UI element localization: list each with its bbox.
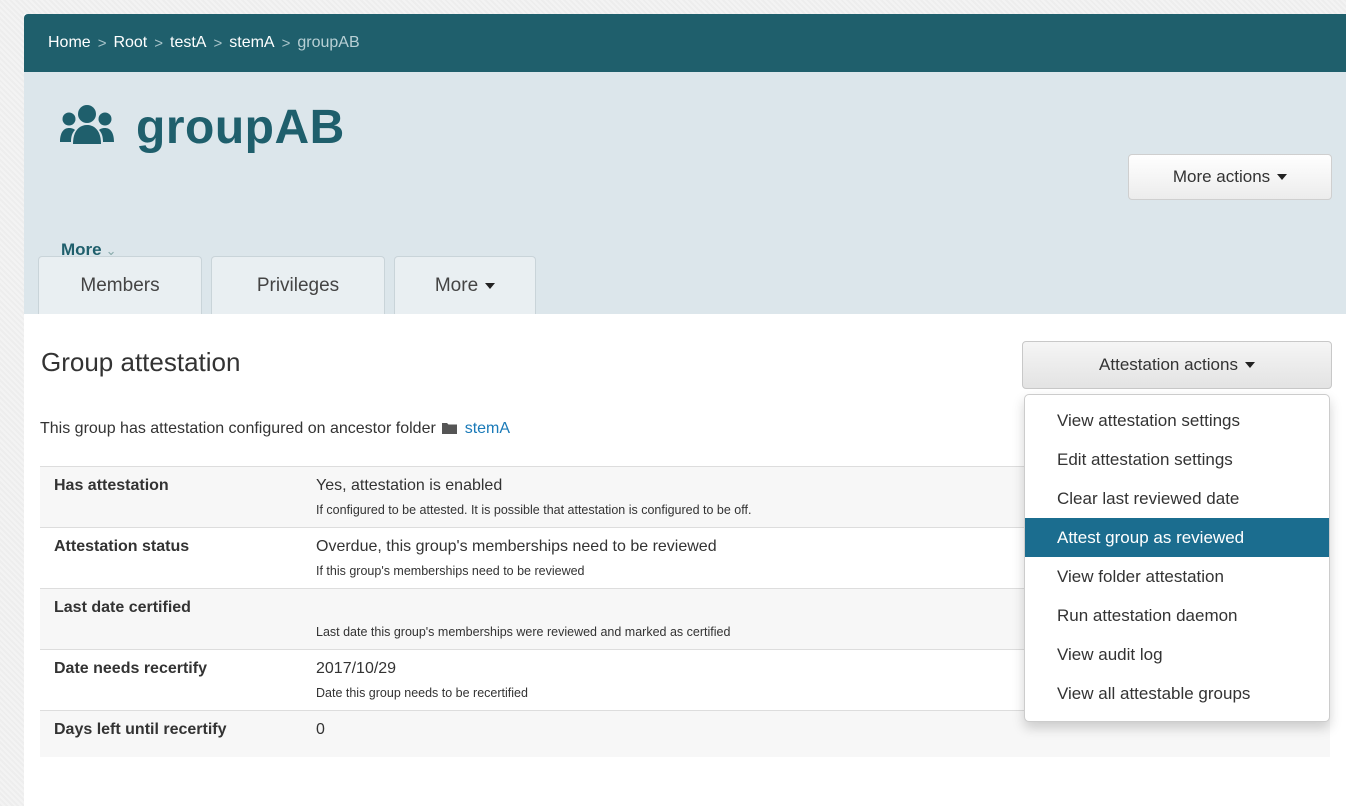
tab-bar: Members Privileges More [38, 256, 545, 314]
caret-down-icon [1277, 174, 1288, 180]
section-title: Group attestation [41, 347, 241, 377]
folder-link-stema[interactable]: stemA [465, 420, 510, 437]
menu-item-clear-last-reviewed-date[interactable]: Clear last reviewed date [1025, 479, 1329, 518]
tab-privileges-label: Privileges [256, 274, 340, 296]
description-text: This group has attestation configured on… [40, 420, 436, 437]
tab-more-label: More [434, 274, 479, 296]
folder-icon [442, 423, 458, 434]
breadcrumb-home[interactable]: Home [48, 34, 91, 52]
attestation-description: This group has attestation configured on… [40, 420, 510, 438]
menu-item-run-attestation-daemon[interactable]: Run attestation daemon [1025, 596, 1329, 635]
more-actions-button[interactable]: More actions [1128, 154, 1332, 200]
caret-down-icon [485, 282, 496, 289]
tab-privileges[interactable]: Privileges [211, 256, 385, 314]
menu-item-view-all-attestable-groups[interactable]: View all attestable groups [1025, 674, 1329, 713]
users-icon [60, 104, 114, 144]
attestation-actions-menu: View attestation settings Edit attestati… [1024, 394, 1330, 722]
tab-members-label: Members [80, 274, 160, 296]
row-label: Days left until recertify [40, 710, 302, 757]
page-title: groupAB [60, 100, 345, 155]
breadcrumb-separator: > [281, 34, 291, 52]
more-actions-label: More actions [1172, 167, 1271, 186]
menu-item-edit-attestation-settings[interactable]: Edit attestation settings [1025, 440, 1329, 479]
row-value: 0 [316, 721, 325, 738]
breadcrumb-root[interactable]: Root [113, 34, 147, 52]
group-name: groupAB [136, 101, 345, 154]
attestation-actions-button[interactable]: Attestation actions [1022, 341, 1332, 389]
caret-down-icon [1244, 362, 1255, 368]
breadcrumb-current: groupAB [297, 34, 360, 51]
main-panel: Home > Root > testA > stemA > groupAB gr… [24, 14, 1346, 806]
menu-item-view-folder-attestation[interactable]: View folder attestation [1025, 557, 1329, 596]
breadcrumb-stema[interactable]: stemA [229, 34, 274, 52]
breadcrumb: Home > Root > testA > stemA > groupAB [24, 14, 1346, 72]
breadcrumb-separator: > [154, 34, 164, 52]
menu-item-attest-group-as-reviewed[interactable]: Attest group as reviewed [1025, 518, 1329, 557]
breadcrumb-testa[interactable]: testA [170, 34, 206, 52]
breadcrumb-separator: > [97, 34, 107, 52]
row-label: Last date certified [40, 588, 302, 650]
row-label: Has attestation [40, 466, 302, 528]
tab-more[interactable]: More [394, 256, 536, 314]
row-label: Date needs recertify [40, 649, 302, 711]
group-header: groupAB More actions More ⌄ Members Privi… [24, 72, 1346, 314]
menu-item-view-attestation-settings[interactable]: View attestation settings [1025, 401, 1329, 440]
tab-members[interactable]: Members [38, 256, 202, 314]
breadcrumb-separator: > [213, 34, 223, 52]
row-label: Attestation status [40, 527, 302, 589]
menu-item-view-audit-log[interactable]: View audit log [1025, 635, 1329, 674]
attestation-actions-label: Attestation actions [1099, 355, 1238, 374]
